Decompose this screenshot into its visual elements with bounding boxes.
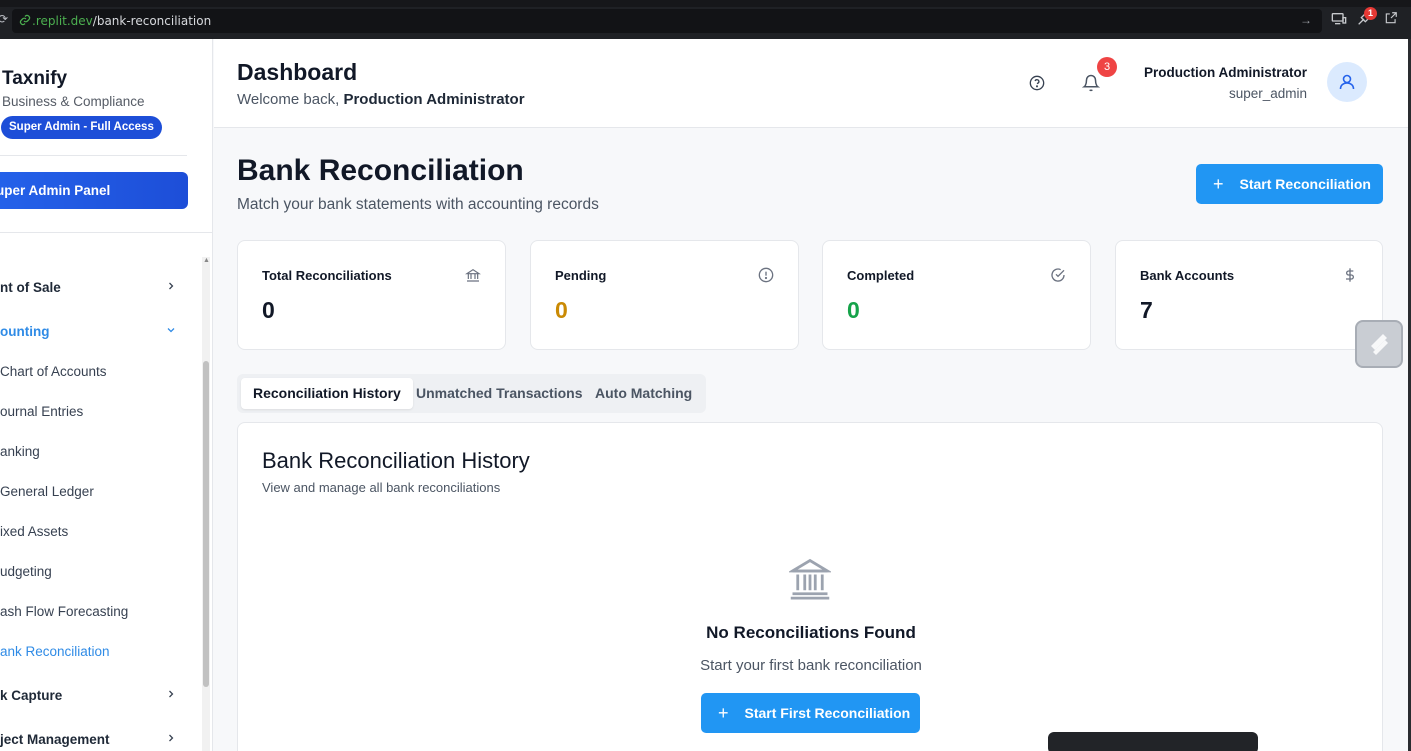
sidebar-item-chart-of-accounts[interactable]: Chart of Accounts <box>0 360 190 384</box>
user-name: Production Administrator <box>1143 65 1307 80</box>
sidebar-item-label: ournal Entries <box>0 404 84 419</box>
address-bar[interactable]: .replit.dev/bank-reconciliation <box>12 9 1322 33</box>
sidebar-item-banking[interactable]: anking <box>0 440 190 464</box>
bell-icon[interactable] <box>1081 73 1101 93</box>
header-title: Dashboard <box>237 59 358 85</box>
stat-value: 0 <box>847 297 860 323</box>
sidebar-item-label: ank Reconciliation <box>0 644 110 659</box>
scroll-up-icon[interactable]: ▲ <box>203 257 210 264</box>
chevron-right-icon <box>165 684 177 708</box>
stat-card-bank-accounts: Bank Accounts 7 <box>1115 240 1383 350</box>
sidebar-item-point-of-sale[interactable]: nt of Sale <box>0 276 190 300</box>
check-circle-icon <box>1050 267 1066 283</box>
role-badge: Super Admin - Full Access <box>1 116 162 139</box>
tab-list: Reconciliation History Unmatched Transac… <box>237 374 706 413</box>
sidebar-divider <box>0 155 187 156</box>
sidebar-item-label: ixed Assets <box>0 524 69 539</box>
plus-icon: + <box>1213 174 1224 194</box>
start-reconciliation-button[interactable]: + Start Reconciliation <box>1196 164 1383 204</box>
super-admin-panel-button[interactable]: uper Admin Panel <box>0 172 188 209</box>
extension-badge: 1 <box>1364 7 1377 20</box>
chevron-down-icon <box>165 320 177 344</box>
bottom-floating-toolbar[interactable] <box>1048 732 1258 751</box>
sidebar-item-bank-reconciliation[interactable]: ank Reconciliation <box>0 640 190 664</box>
avatar[interactable] <box>1327 62 1367 102</box>
sidebar-item-label: k Capture <box>0 688 63 703</box>
plus-icon: + <box>718 703 729 723</box>
notification-count-badge: 3 <box>1097 57 1117 77</box>
top-header: Dashboard Welcome back, Production Admin… <box>214 39 1408 128</box>
stat-label: Total Reconciliations <box>262 268 392 283</box>
sidebar-item-label: Chart of Accounts <box>0 364 107 379</box>
sidebar-scrollbar-thumb[interactable] <box>203 361 209 687</box>
stat-value: 7 <box>1140 297 1153 323</box>
empty-state-subtitle: Start your first bank reconciliation <box>700 657 922 674</box>
sidebar-item-journal-entries[interactable]: ournal Entries <box>0 400 190 424</box>
bank-icon <box>787 555 833 601</box>
sidebar-item-capture[interactable]: k Capture <box>0 684 190 708</box>
stat-card-total-reconciliations: Total Reconciliations 0 <box>237 240 506 350</box>
stat-value: 0 <box>262 297 275 323</box>
dollar-icon <box>1342 267 1358 283</box>
brand-subtitle: Business & Compliance <box>2 94 145 109</box>
url-host: .replit.dev <box>32 14 93 28</box>
bank-icon <box>465 267 481 283</box>
welcome-message: Welcome back, Production Administrator <box>237 91 525 108</box>
stat-card-completed: Completed 0 <box>822 240 1091 350</box>
external-link-icon[interactable] <box>1383 11 1399 27</box>
url-path: /bank-reconciliation <box>92 14 212 28</box>
brand-name: Taxnify <box>2 68 68 89</box>
tab-unmatched-transactions[interactable]: Unmatched Transactions <box>404 378 595 409</box>
url-text: .replit.dev/bank-reconciliation <box>32 14 211 28</box>
chevron-right-icon <box>165 276 177 300</box>
sidebar: Taxnify Business & Compliance Super Admi… <box>0 39 213 751</box>
button-label: Start First Reconciliation <box>744 705 911 721</box>
sidebar-item-budgeting[interactable]: udgeting <box>0 560 190 584</box>
reconciliation-history-panel: Bank Reconciliation History View and man… <box>237 422 1383 751</box>
sidebar-item-label: ounting <box>0 324 50 339</box>
stat-label: Bank Accounts <box>1140 268 1235 283</box>
tab-reconciliation-history[interactable]: Reconciliation History <box>241 378 413 409</box>
user-role: super_admin <box>1228 86 1307 101</box>
go-arrow-icon[interactable]: → <box>1300 13 1312 27</box>
sidebar-item-label: nt of Sale <box>0 280 61 295</box>
stat-card-pending: Pending 0 <box>530 240 799 350</box>
chevron-right-icon <box>165 728 177 751</box>
sidebar-item-cash-flow-forecasting[interactable]: ash Flow Forecasting <box>0 600 190 624</box>
sidebar-item-fixed-assets[interactable]: ixed Assets <box>0 520 190 544</box>
reload-icon[interactable]: ⟳ <box>0 12 8 26</box>
welcome-name: Production Administrator <box>343 91 525 108</box>
panel-subtitle: View and manage all bank reconciliations <box>262 480 501 495</box>
welcome-prefix: Welcome back, <box>237 91 344 108</box>
empty-state-title: No Reconciliations Found <box>706 623 916 642</box>
floating-assistant-button[interactable] <box>1355 320 1403 368</box>
button-label: Start Reconciliation <box>1239 176 1371 192</box>
user-icon <box>1339 74 1355 90</box>
page-subtitle: Match your bank statements with accounti… <box>237 196 599 213</box>
start-first-reconciliation-button[interactable]: + Start First Reconciliation <box>701 693 920 733</box>
page-title: Bank Reconciliation <box>237 154 524 187</box>
stat-label: Completed <box>847 268 915 283</box>
sidebar-item-label: General Ledger <box>0 484 94 499</box>
sidebar-item-general-ledger[interactable]: General Ledger <box>0 480 190 504</box>
lightning-icon <box>1371 334 1388 355</box>
sidebar-item-label: ject Management <box>0 732 110 747</box>
sidebar-divider <box>0 232 212 233</box>
devices-icon[interactable] <box>1331 11 1347 27</box>
tab-auto-matching[interactable]: Auto Matching <box>583 378 704 409</box>
sidebar-item-label: udgeting <box>0 564 52 579</box>
browser-tab-strip <box>0 0 1411 7</box>
stat-value: 0 <box>555 297 568 323</box>
link-icon <box>19 14 33 28</box>
stat-label: Pending <box>555 268 607 283</box>
sidebar-item-accounting[interactable]: ounting <box>0 320 190 344</box>
alert-circle-icon <box>758 267 774 283</box>
help-icon[interactable] <box>1029 75 1045 91</box>
sidebar-item-project-management[interactable]: ject Management <box>0 728 190 751</box>
panel-title: Bank Reconciliation History <box>262 448 530 473</box>
sidebar-item-label: ash Flow Forecasting <box>0 604 129 619</box>
sidebar-item-label: anking <box>0 444 40 459</box>
browser-toolbar: ⟳ .replit.dev/bank-reconciliation → 1 <box>0 0 1411 39</box>
